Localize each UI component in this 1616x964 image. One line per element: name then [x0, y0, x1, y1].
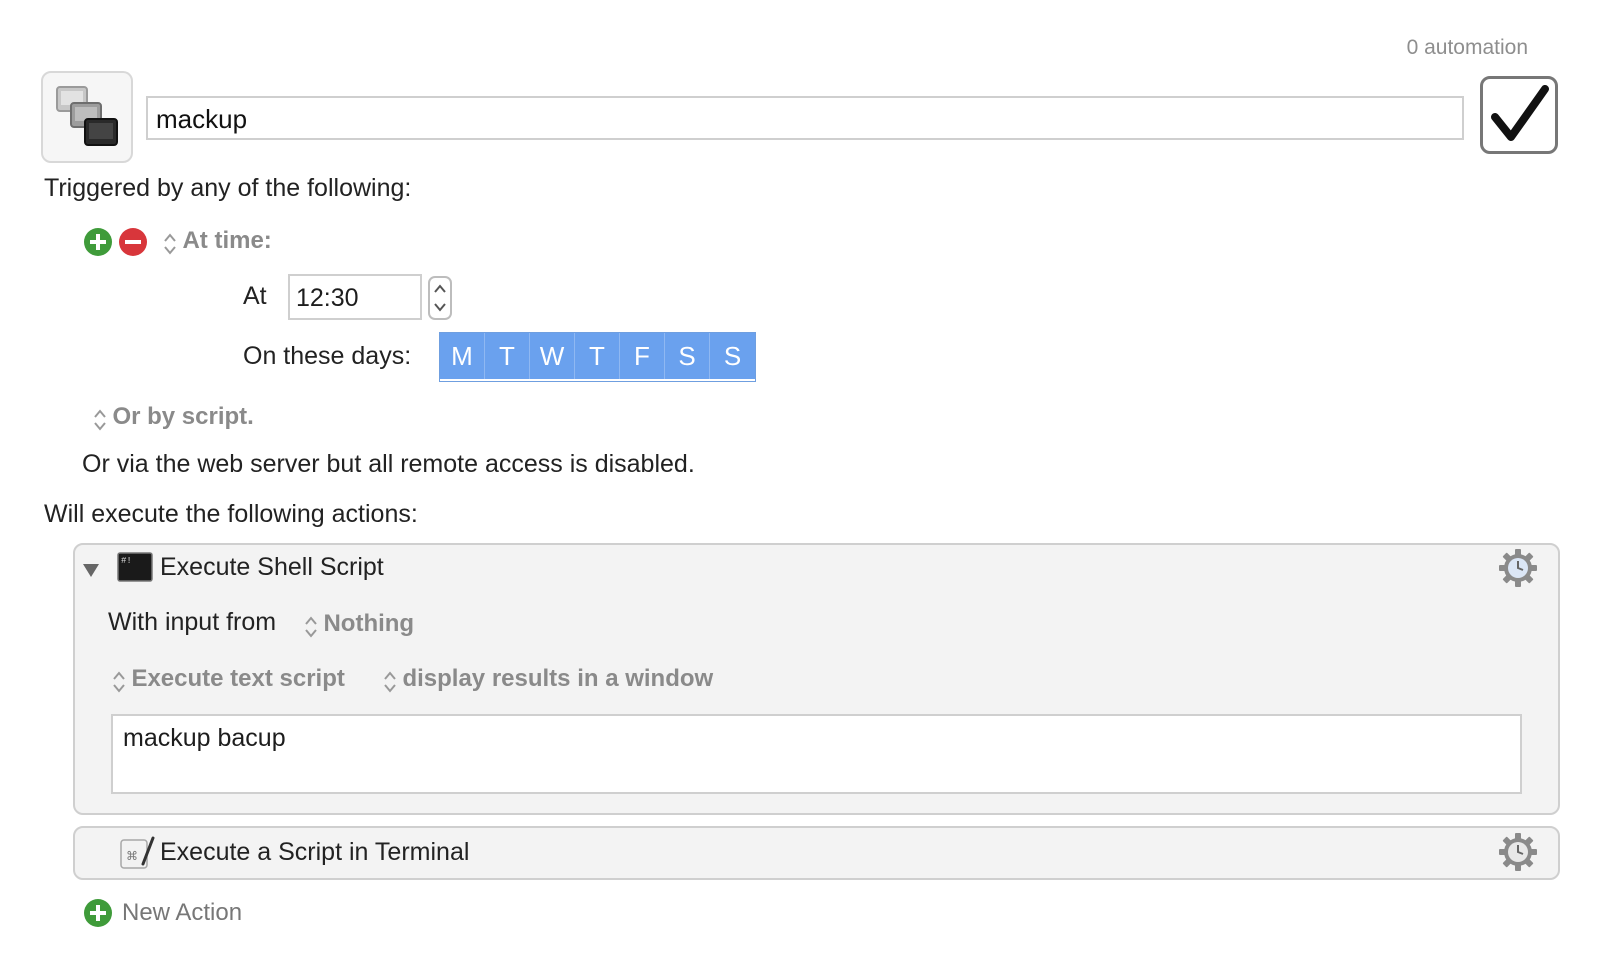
trigger-type-label: At time: — [182, 227, 272, 254]
day-friday[interactable]: F — [620, 333, 665, 379]
output-mode-popup[interactable]: display results in a window — [382, 665, 713, 695]
script-mode-popup[interactable]: Execute text script — [111, 665, 345, 695]
script-trigger-label: Or by script. — [112, 403, 254, 430]
add-trigger-button[interactable] — [84, 228, 112, 256]
script-text-area[interactable]: mackup bacup — [111, 714, 1522, 794]
macro-name-field[interactable]: mackup — [146, 96, 1464, 140]
action-title: Execute a Script in Terminal — [160, 838, 470, 866]
plus-circle-icon — [90, 905, 106, 921]
time-input[interactable]: 12:30 — [288, 274, 422, 320]
updown-chevron-icon — [113, 671, 125, 693]
updown-chevron-icon — [164, 233, 176, 255]
triggers-heading: Triggered by any of the following: — [44, 174, 412, 202]
day-monday[interactable]: M — [440, 333, 485, 379]
svg-text:#!: #! — [121, 556, 132, 566]
svg-text:⌘: ⌘ — [126, 849, 138, 863]
actions-heading: Will execute the following actions: — [44, 500, 418, 528]
checkmark-icon — [1491, 85, 1549, 141]
updown-chevron-icon — [94, 409, 106, 431]
trigger-type-popup[interactable]: At time: — [162, 227, 272, 257]
day-wednesday[interactable]: W — [530, 333, 575, 379]
new-action-button[interactable] — [84, 899, 112, 927]
stepper-arrows-icon — [434, 284, 446, 312]
at-label: At — [243, 282, 267, 310]
day-thursday[interactable]: T — [575, 333, 620, 379]
automation-count: 0 automation — [1406, 36, 1528, 59]
gear-icon[interactable] — [1498, 832, 1538, 872]
input-from-value: Nothing — [323, 610, 415, 637]
script-mode-value: Execute text script — [131, 665, 345, 692]
macro-windows-icon — [56, 86, 118, 146]
updown-chevron-icon — [384, 671, 396, 693]
minus-circle-icon — [125, 240, 141, 244]
disclosure-triangle-icon[interactable] — [81, 561, 101, 579]
time-stepper[interactable] — [428, 276, 452, 320]
days-label: On these days: — [243, 342, 412, 370]
plus-circle-icon — [90, 234, 106, 250]
gear-clock-icon[interactable] — [1498, 548, 1538, 588]
terminal-icon: #! — [117, 552, 153, 582]
updown-chevron-icon — [305, 616, 317, 638]
macro-icon[interactable] — [41, 71, 133, 163]
input-from-label: With input from — [108, 608, 277, 636]
web-server-note: Or via the web server but all remote acc… — [82, 450, 695, 478]
input-from-popup[interactable]: Nothing — [303, 610, 414, 640]
days-selector: M T W T F S S — [439, 332, 756, 382]
script-trigger-popup[interactable]: Or by script. — [92, 403, 254, 433]
day-saturday[interactable]: S — [665, 333, 710, 379]
action-title: Execute Shell Script — [160, 553, 384, 581]
day-tuesday[interactable]: T — [485, 333, 530, 379]
output-mode-value: display results in a window — [402, 665, 714, 692]
day-sunday[interactable]: S — [710, 333, 755, 379]
macro-enabled-checkbox[interactable] — [1480, 76, 1558, 154]
script-editor-icon: ⌘ — [120, 836, 155, 869]
new-action-label[interactable]: New Action — [122, 899, 242, 927]
remove-trigger-button[interactable] — [119, 228, 147, 256]
